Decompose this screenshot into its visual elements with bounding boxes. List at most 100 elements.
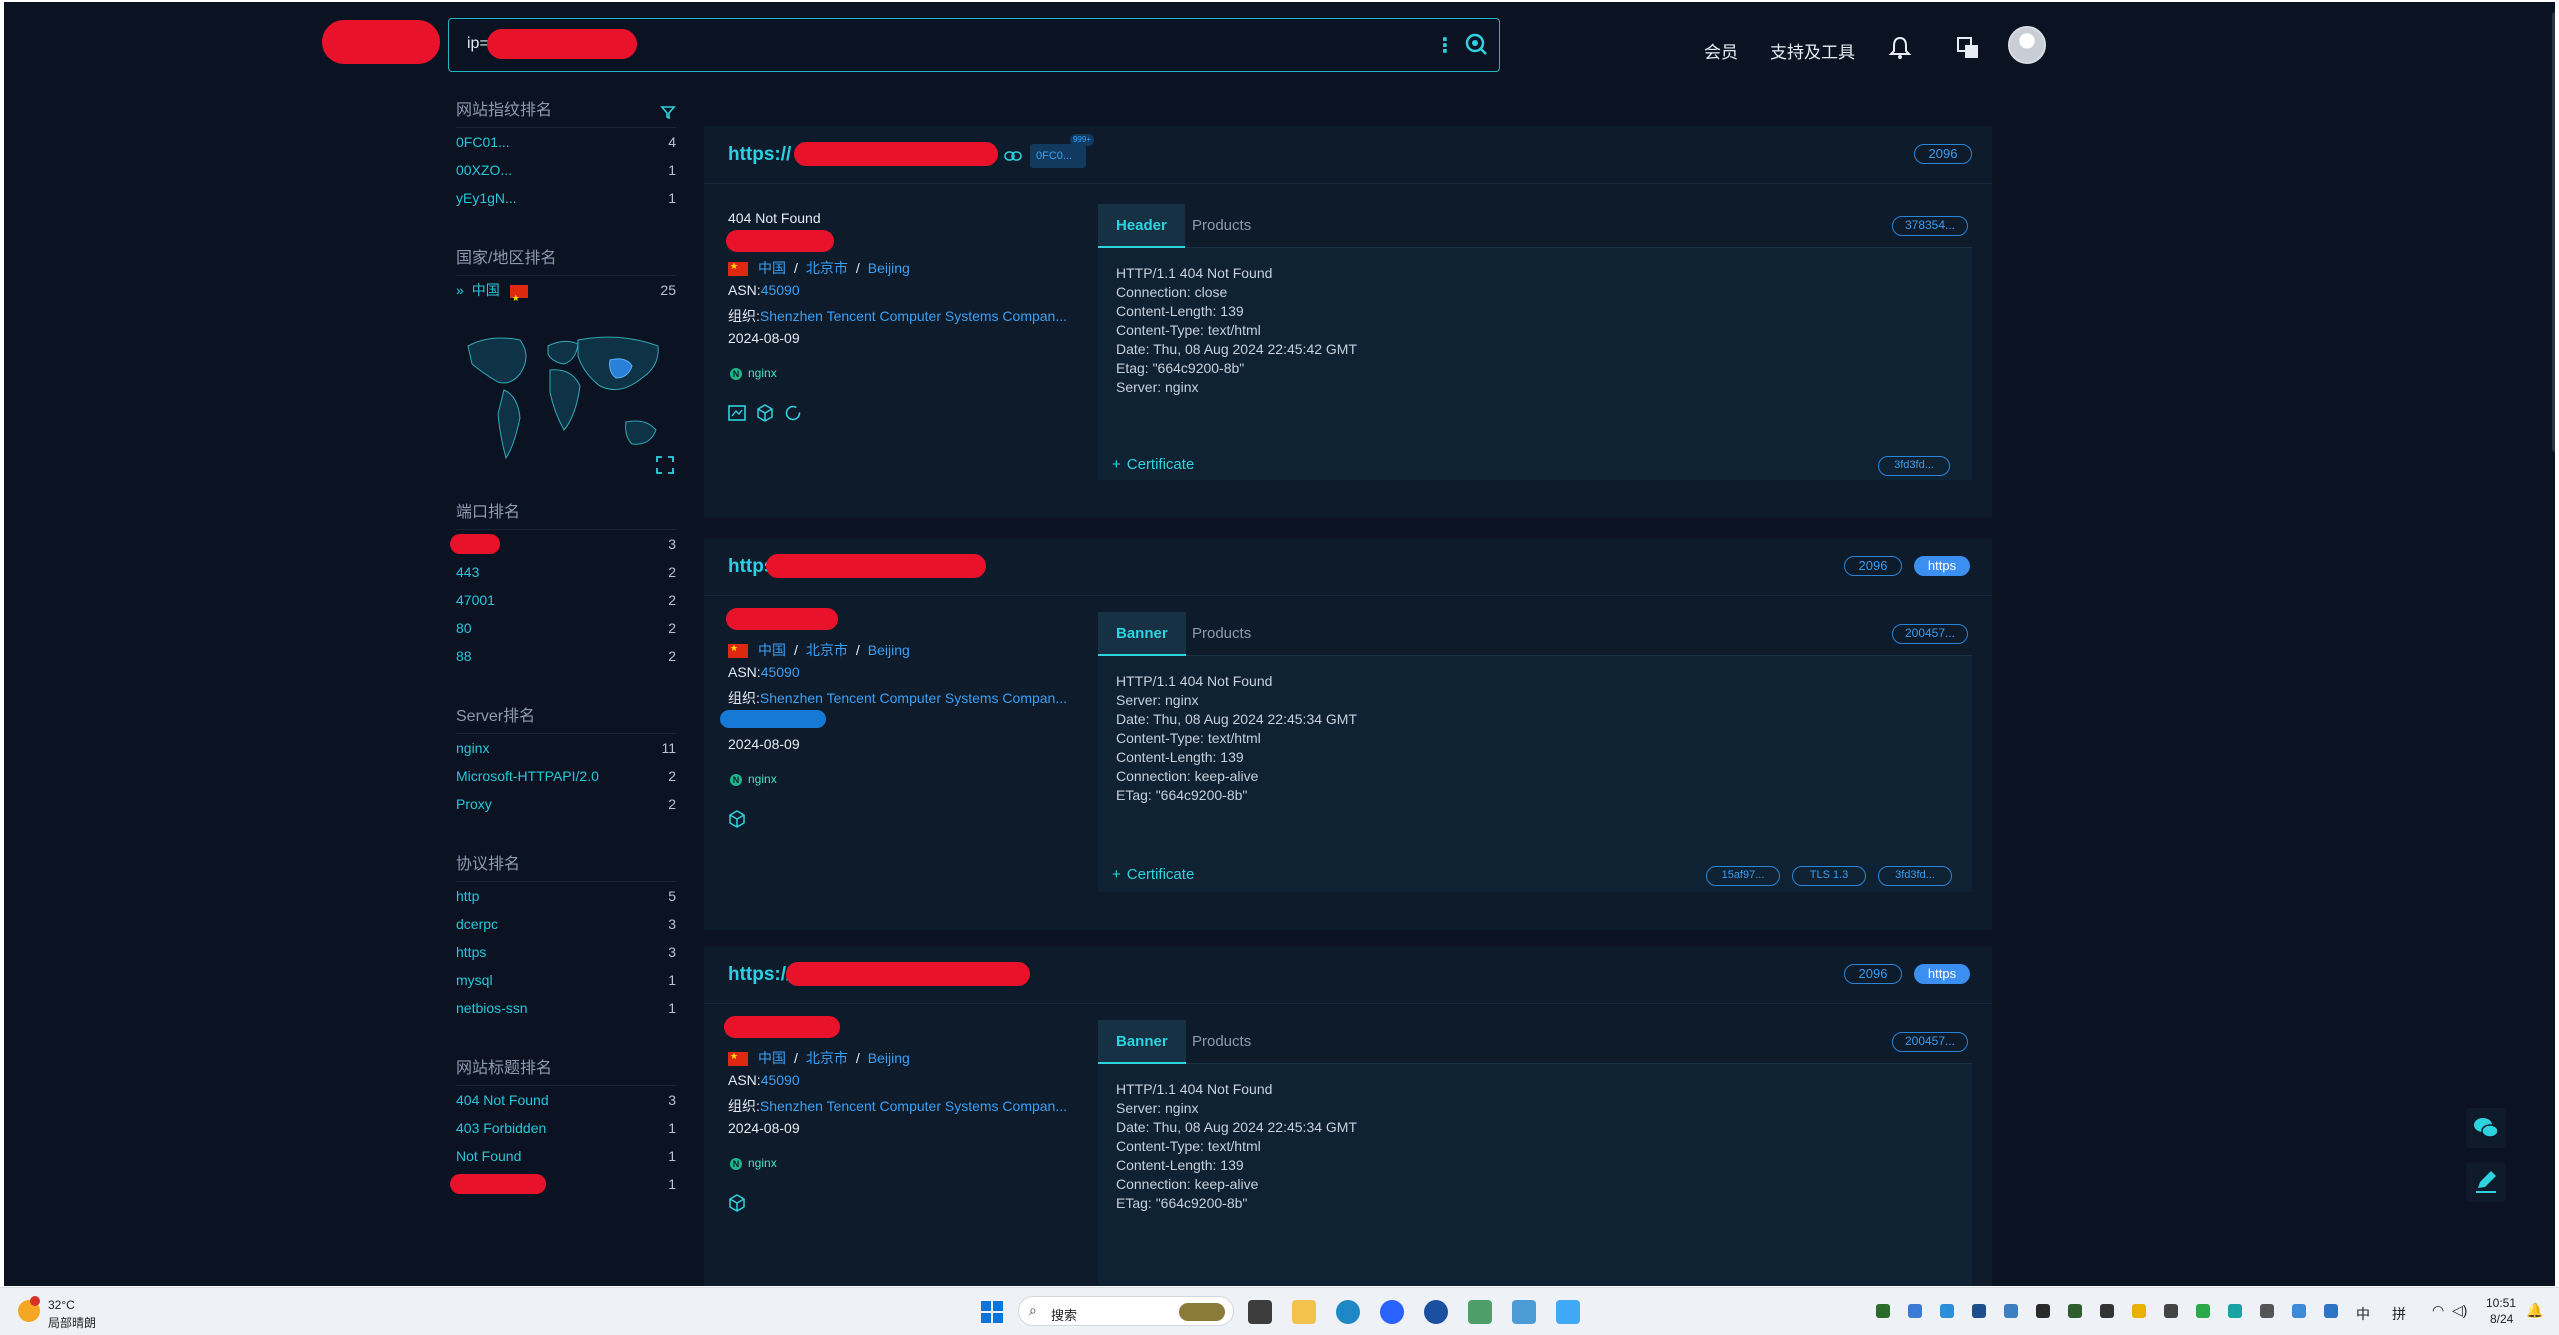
notepad-icon[interactable] (1512, 1300, 1536, 1324)
file-explorer-icon[interactable] (1292, 1300, 1316, 1324)
list-item[interactable]: 404 Not Found 3 (456, 1086, 676, 1114)
item-label[interactable]: https (456, 938, 486, 966)
hash-badge[interactable]: 200457... (1892, 1032, 1968, 1052)
tray-icon[interactable] (2260, 1304, 2274, 1318)
tray-icon[interactable] (2036, 1304, 2050, 1318)
item-label[interactable]: » 中国 (456, 276, 538, 312)
taskbar-search[interactable]: ⌕ 搜索 (1018, 1296, 1234, 1326)
tray-icon[interactable] (2132, 1304, 2146, 1318)
tray-icon[interactable] (2068, 1304, 2082, 1318)
tray-icon[interactable] (1940, 1304, 1954, 1318)
tray-icon[interactable] (1972, 1304, 1986, 1318)
org-link[interactable]: Shenzhen Tencent Computer Systems Compan… (760, 1098, 1067, 1114)
item-label[interactable]: 88 (456, 642, 472, 670)
weather-desc[interactable]: 局部晴朗 (48, 1314, 96, 1331)
app-icon[interactable] (1468, 1300, 1492, 1324)
port-badge[interactable]: 2096 (1844, 964, 1902, 984)
cert-tag[interactable]: TLS 1.3 (1792, 866, 1866, 886)
cube-icon[interactable] (728, 810, 746, 828)
task-view-icon[interactable] (1248, 1300, 1272, 1324)
cube-icon[interactable] (756, 404, 774, 422)
list-item[interactable]: http 5 (456, 882, 676, 910)
list-item[interactable]: netbios-ssn 1 (456, 994, 676, 1022)
link-icon[interactable] (1004, 151, 1022, 161)
bell-icon[interactable] (1886, 34, 1914, 62)
hash-badge[interactable]: 378354... (1892, 216, 1968, 236)
volume-icon[interactable]: ◁) (2452, 1302, 2467, 1319)
country-name[interactable]: 中国 (472, 282, 500, 298)
tray-icon[interactable] (1908, 1304, 1922, 1318)
tray-icon[interactable] (1876, 1304, 1890, 1318)
org-link[interactable]: Shenzhen Tencent Computer Systems Compan… (760, 690, 1067, 706)
expand-icon[interactable] (656, 456, 674, 474)
hash-badge[interactable]: 200457... (1892, 624, 1968, 644)
server-tag[interactable]: Nnginx (730, 366, 777, 380)
tray-icon[interactable] (2164, 1304, 2178, 1318)
list-item[interactable]: Proxy 2 (456, 790, 676, 818)
cert-tag[interactable]: 15af97... (1706, 866, 1780, 886)
filter-icon[interactable] (660, 104, 676, 120)
list-item[interactable]: » 中国 25 (456, 276, 676, 312)
cube-icon[interactable] (728, 1194, 746, 1212)
screenshot-icon[interactable] (728, 404, 746, 422)
wifi-icon[interactable]: ◠ (2432, 1302, 2444, 1319)
tab-header[interactable]: Header (1098, 204, 1185, 248)
list-item[interactable]: yEy1gN... 1 (456, 184, 676, 212)
item-label[interactable]: 80 (456, 614, 472, 642)
fingerprint-badge[interactable]: 0FC0... 999+ (1030, 134, 1094, 168)
chat-button[interactable] (2466, 1108, 2506, 1148)
item-label[interactable]: 404 Not Found (456, 1086, 549, 1114)
list-item[interactable]: Not Found 1 (456, 1142, 676, 1170)
scrollbar[interactable] (2552, 12, 2555, 452)
server-tag[interactable]: Nnginx (730, 772, 777, 786)
app-icon[interactable] (1424, 1300, 1448, 1324)
tray-icon[interactable] (2228, 1304, 2242, 1318)
asn-link[interactable]: 45090 (761, 282, 800, 298)
org-link[interactable]: Shenzhen Tencent Computer Systems Compan… (760, 308, 1067, 324)
region-link[interactable]: Beijing (868, 260, 910, 276)
item-label[interactable]: nginx (456, 734, 489, 762)
cert-tag[interactable]: 3fd3fd... (1878, 456, 1950, 476)
clock-date[interactable]: 8/24 (2490, 1312, 2513, 1326)
item-label[interactable]: netbios-ssn (456, 994, 528, 1022)
country-link[interactable]: 中国 (758, 260, 786, 276)
list-item[interactable]: 0FC01... 4 (456, 128, 676, 156)
translate-icon[interactable] (1954, 34, 1982, 62)
asn-link[interactable]: 45090 (761, 664, 800, 680)
country-link[interactable]: 中国 (758, 642, 786, 658)
list-item[interactable]: https 3 (456, 938, 676, 966)
country-link[interactable]: 中国 (758, 1050, 786, 1066)
result-url[interactable]: https:// (728, 144, 791, 166)
item-label[interactable]: 47001 (456, 586, 495, 614)
list-item[interactable]: dcerpc 3 (456, 910, 676, 938)
region-link[interactable]: Beijing (868, 642, 910, 658)
city-link[interactable]: 北京市 (806, 1050, 848, 1066)
feedback-button[interactable] (2466, 1162, 2506, 1202)
clock-time[interactable]: 10:51 (2486, 1296, 2516, 1310)
list-item[interactable]: 47001 2 (456, 586, 676, 614)
region-link[interactable]: Beijing (868, 1050, 910, 1066)
refresh-icon[interactable] (784, 404, 802, 422)
list-item[interactable]: 1 (450, 1170, 676, 1198)
more-options-icon[interactable]: ⋮ (1435, 33, 1455, 58)
app-icon[interactable] (1556, 1300, 1580, 1324)
search-bar[interactable]: ip=" ⋮ (448, 18, 1500, 72)
world-map[interactable] (460, 326, 672, 486)
asn-link[interactable]: 45090 (761, 1072, 800, 1088)
avatar[interactable] (2008, 26, 2046, 64)
logo-redacted[interactable] (322, 20, 440, 64)
windows-start-icon[interactable] (980, 1300, 1004, 1324)
item-label[interactable]: 403 Forbidden (456, 1114, 546, 1142)
nav-member[interactable]: 会员 (1704, 38, 1738, 63)
item-label[interactable]: http (456, 882, 479, 910)
tab-products[interactable]: Products (1192, 1020, 1251, 1064)
tray-icon[interactable] (2324, 1304, 2338, 1318)
item-label[interactable]: 443 (456, 558, 479, 586)
certificate-toggle[interactable]: + Certificate (1112, 866, 1194, 883)
city-link[interactable]: 北京市 (806, 260, 848, 276)
item-label[interactable]: 0FC01... (456, 128, 510, 156)
protocol-badge[interactable]: https (1914, 964, 1970, 984)
list-item[interactable]: 3 (450, 530, 676, 558)
item-label[interactable]: Proxy (456, 790, 492, 818)
list-item[interactable]: 80 2 (456, 614, 676, 642)
